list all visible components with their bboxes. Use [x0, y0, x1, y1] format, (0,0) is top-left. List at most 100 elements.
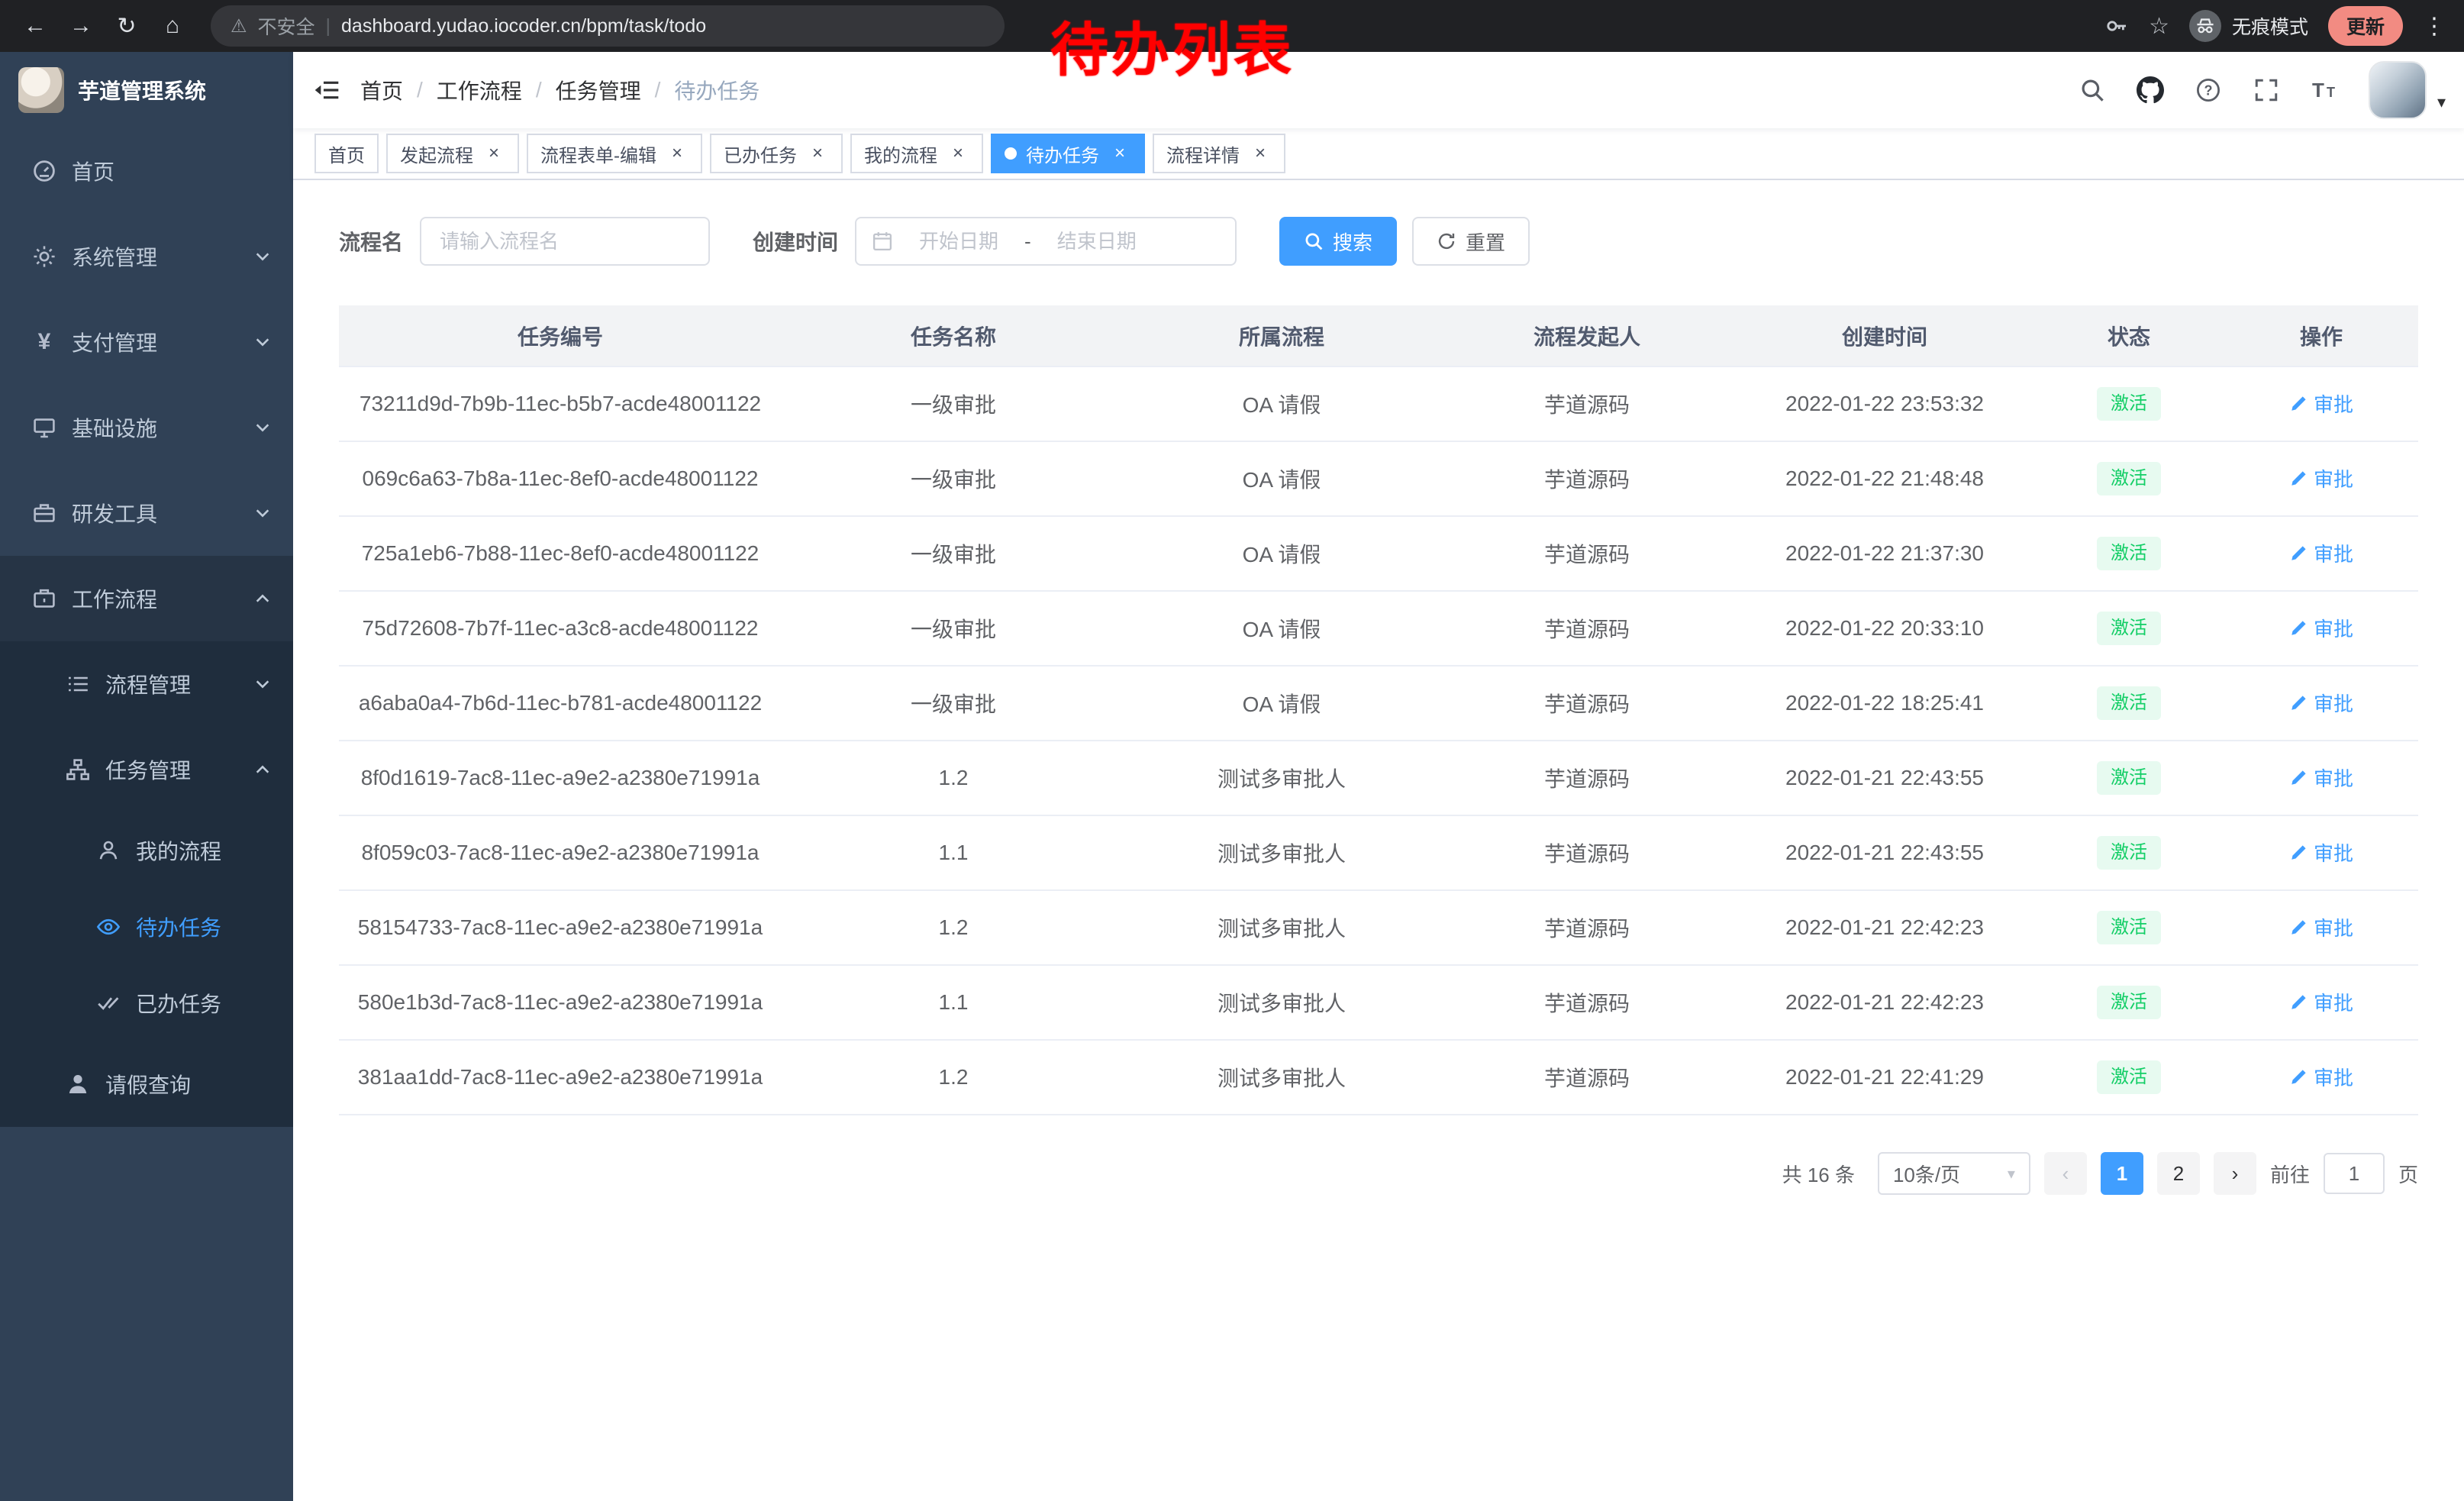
approve-link[interactable]: 审批 — [2289, 614, 2353, 642]
svg-text:T: T — [2312, 79, 2324, 102]
approve-link[interactable]: 审批 — [2289, 1063, 2353, 1091]
cell-created-at: 2022-01-22 21:48:48 — [1736, 441, 2033, 516]
sidebar-item-payment[interactable]: ¥ 支付管理 — [0, 299, 293, 385]
cell-process: OA 请假 — [1125, 366, 1438, 441]
page-button-1[interactable]: 1 — [2101, 1152, 2143, 1195]
home-icon[interactable]: ⌂ — [153, 8, 192, 44]
font-size-icon[interactable]: TT — [2298, 52, 2350, 128]
date-range-picker[interactable]: - — [855, 217, 1237, 266]
reload-icon[interactable]: ↻ — [107, 8, 147, 44]
goto-page-input[interactable] — [2324, 1153, 2385, 1194]
prev-page-button[interactable]: ‹ — [2044, 1152, 2087, 1195]
tab-start-process[interactable]: 发起流程 × — [386, 134, 519, 173]
page-button-2[interactable]: 2 — [2157, 1152, 2200, 1195]
close-icon[interactable]: × — [1108, 142, 1131, 165]
github-icon[interactable] — [2124, 52, 2176, 128]
tab-process-detail[interactable]: 流程详情 × — [1153, 134, 1285, 173]
reset-button[interactable]: 重置 — [1412, 217, 1530, 266]
sidebar-item-devtools[interactable]: 研发工具 — [0, 470, 293, 556]
end-date-input[interactable] — [1037, 230, 1156, 253]
close-icon[interactable]: × — [1249, 142, 1272, 165]
total-count: 共 16 条 — [1782, 1160, 1855, 1188]
close-icon[interactable]: × — [806, 142, 829, 165]
status-badge: 激活 — [2097, 911, 2161, 944]
sidebar-item-task-mgmt[interactable]: 任务管理 — [0, 727, 293, 812]
approve-link[interactable]: 审批 — [2289, 689, 2353, 717]
cell-created-at: 2022-01-21 22:41:29 — [1736, 1040, 2033, 1115]
chevron-up-icon — [253, 589, 272, 608]
sidebar-item-workflow[interactable]: 工作流程 — [0, 556, 293, 641]
page-size-select[interactable]: 10条/页 ▾ — [1878, 1152, 2030, 1195]
close-icon[interactable]: × — [666, 142, 689, 165]
tab-my-process[interactable]: 我的流程 × — [850, 134, 983, 173]
chevron-down-icon — [253, 247, 272, 266]
tab-home[interactable]: 首页 — [314, 134, 379, 173]
cell-task-name: 一级审批 — [782, 516, 1125, 591]
table-row: 58154733-7ac8-11ec-a9e2-a2380e71991a 1.2… — [339, 890, 2418, 965]
approve-link[interactable]: 审批 — [2289, 539, 2353, 567]
cell-created-at: 2022-01-21 22:42:23 — [1736, 890, 2033, 965]
approve-link[interactable]: 审批 — [2289, 464, 2353, 492]
tab-label: 已办任务 — [724, 140, 797, 167]
cell-task-id: 58154733-7ac8-11ec-a9e2-a2380e71991a — [339, 890, 782, 965]
sidebar-item-leave-query[interactable]: 请假查询 — [0, 1041, 293, 1127]
help-icon[interactable]: ? — [2182, 52, 2234, 128]
incognito-badge: 无痕模式 — [2189, 10, 2308, 42]
breadcrumb-item[interactable]: 首页 — [360, 75, 403, 105]
sidebar-logo[interactable]: 芋道管理系统 — [0, 52, 293, 128]
range-separator: - — [1024, 230, 1031, 253]
chevron-down-icon — [253, 418, 272, 437]
sidebar-item-my-process[interactable]: 我的流程 — [0, 812, 293, 889]
update-button[interactable]: 更新 — [2328, 6, 2403, 46]
column-header: 创建时间 — [1736, 305, 2033, 366]
cell-created-at: 2022-01-22 20:33:10 — [1736, 591, 2033, 666]
next-page-button[interactable]: › — [2214, 1152, 2256, 1195]
forward-icon[interactable]: → — [61, 8, 101, 44]
sidebar-fold-icon[interactable] — [293, 52, 360, 128]
menu-dots-icon[interactable]: ⋮ — [2423, 13, 2446, 40]
sidebar-item-system[interactable]: 系统管理 — [0, 214, 293, 299]
active-dot — [1005, 147, 1017, 160]
close-icon[interactable]: × — [482, 142, 505, 165]
column-header: 任务名称 — [782, 305, 1125, 366]
key-icon[interactable] — [2104, 14, 2129, 38]
search-button[interactable]: 搜索 — [1279, 217, 1397, 266]
security-label: 不安全 — [258, 12, 315, 40]
tab-process-form-edit[interactable]: 流程表单-编辑 × — [527, 134, 702, 173]
cell-initiator: 芋道源码 — [1438, 1040, 1736, 1115]
bookmark-star-icon[interactable]: ☆ — [2149, 13, 2169, 40]
user-avatar[interactable] — [2369, 61, 2427, 119]
sidebar-item-infrastructure[interactable]: 基础设施 — [0, 385, 293, 470]
sidebar-item-home[interactable]: 首页 — [0, 128, 293, 214]
breadcrumb-current: 待办任务 — [674, 75, 760, 105]
sidebar-item-label: 首页 — [72, 156, 114, 186]
avatar-dropdown-caret-icon[interactable]: ▾ — [2437, 92, 2446, 112]
eye-icon — [95, 915, 122, 939]
close-icon[interactable]: × — [947, 142, 969, 165]
breadcrumb-item[interactable]: 任务管理 — [556, 75, 641, 105]
process-name-input[interactable] — [420, 217, 710, 266]
tab-done-tasks[interactable]: 已办任务 × — [710, 134, 843, 173]
approve-link[interactable]: 审批 — [2289, 838, 2353, 867]
start-date-input[interactable] — [899, 230, 1018, 253]
back-icon[interactable]: ← — [15, 8, 55, 44]
svg-text:?: ? — [2204, 82, 2212, 98]
sidebar-item-done-tasks[interactable]: 已办任务 — [0, 965, 293, 1041]
approve-link[interactable]: 审批 — [2289, 988, 2353, 1016]
cell-initiator: 芋道源码 — [1438, 441, 1736, 516]
url-bar[interactable]: ⚠ 不安全 | dashboard.yudao.iocoder.cn/bpm/t… — [211, 5, 1005, 47]
approve-link[interactable]: 审批 — [2289, 913, 2353, 941]
toolbox-icon — [31, 501, 58, 525]
search-icon[interactable] — [2066, 52, 2118, 128]
cell-created-at: 2022-01-21 22:42:23 — [1736, 965, 2033, 1040]
fullscreen-icon[interactable] — [2240, 52, 2292, 128]
cell-initiator: 芋道源码 — [1438, 366, 1736, 441]
sidebar-item-todo-tasks[interactable]: 待办任务 — [0, 889, 293, 965]
tab-todo-tasks[interactable]: 待办任务 × — [991, 134, 1145, 173]
approve-link[interactable]: 审批 — [2289, 763, 2353, 792]
tags-view-bar: 首页 发起流程 × 流程表单-编辑 × 已办任务 × 我的流程 × — [293, 128, 2464, 180]
cell-task-name: 一级审批 — [782, 441, 1125, 516]
sidebar-item-process-mgmt[interactable]: 流程管理 — [0, 641, 293, 727]
breadcrumb-item[interactable]: 工作流程 — [437, 75, 522, 105]
approve-link[interactable]: 审批 — [2289, 389, 2353, 418]
